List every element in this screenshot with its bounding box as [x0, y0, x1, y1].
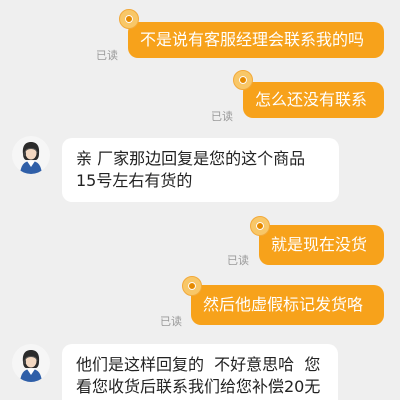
message-bubble-outgoing[interactable]: 不是说有客服经理会联系我的吗: [128, 22, 384, 58]
message-outgoing: 已读 然后他虚假标记发货咯: [0, 275, 400, 335]
message-text: 然后他虚假标记发货咯: [203, 295, 364, 314]
message-bubble-outgoing[interactable]: 就是现在没货: [259, 225, 384, 265]
message-outgoing: 已读 就是现在没货: [0, 215, 400, 275]
message-incoming: 他们是这样回复的 不好意思哈 您 看您收货后联系我们给您补偿20无: [0, 335, 400, 400]
message-bubble-incoming[interactable]: 亲 厂家那边回复是您的这个商品 15号左右有货的: [62, 138, 339, 202]
read-status: 已读: [160, 315, 182, 328]
message-bubble-outgoing[interactable]: 怎么还没有联系: [243, 82, 384, 118]
coin-badge-icon: [119, 9, 139, 29]
agent-avatar-icon[interactable]: [12, 136, 50, 174]
message-outgoing: 已读 怎么还没有联系: [0, 70, 400, 130]
message-incoming: 亲 厂家那边回复是您的这个商品 15号左右有货的: [0, 130, 400, 215]
agent-avatar-icon[interactable]: [12, 344, 50, 382]
message-text-line: 亲 厂家那边回复是您的这个商品: [76, 149, 306, 168]
message-text: 就是现在没货: [271, 235, 368, 254]
message-outgoing: 已读 不是说有客服经理会联系我的吗: [0, 0, 400, 70]
coin-badge-icon: [182, 276, 202, 296]
read-status: 已读: [227, 254, 249, 267]
message-text-line: 15号左右有货的: [76, 171, 193, 190]
coin-badge-icon: [233, 70, 253, 90]
message-text: 怎么还没有联系: [255, 90, 368, 109]
message-text: 不是说有客服经理会联系我的吗: [140, 30, 365, 49]
message-bubble-outgoing[interactable]: 然后他虚假标记发货咯: [191, 285, 384, 325]
message-text-line: 他们是这样回复的 不好意思哈 您: [76, 355, 321, 374]
read-status: 已读: [96, 49, 118, 62]
message-bubble-incoming[interactable]: 他们是这样回复的 不好意思哈 您 看您收货后联系我们给您补偿20无: [62, 344, 338, 400]
message-text-line: 看您收货后联系我们给您补偿20无: [76, 377, 321, 396]
chat-conversation: 已读 不是说有客服经理会联系我的吗 已读 怎么还没有联系 亲 厂家那边回复是您的…: [0, 0, 400, 400]
read-status: 已读: [211, 110, 233, 123]
coin-badge-icon: [250, 216, 270, 236]
